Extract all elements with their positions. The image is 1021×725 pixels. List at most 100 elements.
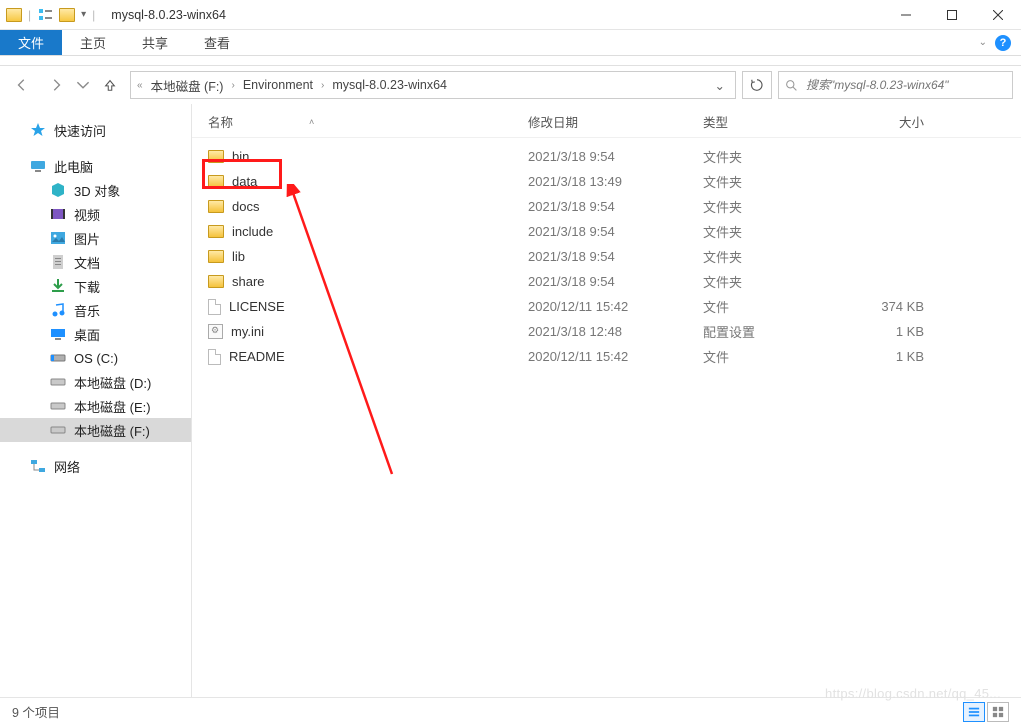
drive-icon (50, 230, 66, 246)
file-row[interactable]: share2021/3/18 9:54文件夹 (192, 269, 1021, 294)
navigation-bar: « 本地磁盘 (F:) › Environment › mysql-8.0.23… (0, 66, 1021, 104)
sidebar-item-pc-2[interactable]: 图片 (0, 226, 191, 250)
file-name: lib (232, 249, 245, 264)
drive-icon (50, 254, 66, 270)
file-date: 2020/12/11 15:42 (528, 299, 703, 314)
column-header-date[interactable]: 修改日期 (528, 112, 703, 131)
sidebar-item-pc-8[interactable]: 本地磁盘 (D:) (0, 370, 191, 394)
navigation-pane: 快速访问 此电脑 3D 对象视频图片文档下载音乐桌面OS (C:)本地磁盘 (D… (0, 104, 192, 697)
chevron-right-icon[interactable]: › (319, 80, 326, 91)
drive-icon (50, 398, 66, 414)
file-row[interactable]: bin 2021/3/18 9:54文件夹 (192, 144, 1021, 169)
file-date: 2021/3/18 9:54 (528, 149, 703, 164)
sidebar-item-pc-6[interactable]: 桌面 (0, 322, 191, 346)
breadcrumb-drive: 本地磁盘 (F:) (147, 76, 228, 95)
window-controls (883, 0, 1021, 30)
folder-icon (208, 175, 224, 188)
tab-share[interactable]: 共享 (124, 30, 186, 55)
back-button[interactable] (8, 71, 36, 99)
sidebar-item-pc-10[interactable]: 本地磁盘 (F:) (0, 418, 191, 442)
chevron-left-icon[interactable]: « (135, 80, 145, 91)
folder-icon (208, 250, 224, 263)
address-bar[interactable]: « 本地磁盘 (F:) › Environment › mysql-8.0.23… (130, 71, 736, 99)
sidebar-item-pc-5[interactable]: 音乐 (0, 298, 191, 322)
separator: | (28, 8, 31, 22)
column-header-name[interactable]: 名称˄ (208, 112, 528, 131)
chevron-right-icon[interactable]: › (229, 80, 236, 91)
tab-view[interactable]: 查看 (186, 30, 248, 55)
drive-icon (50, 182, 66, 198)
file-type: 文件 (703, 347, 848, 366)
file-name: data (232, 174, 257, 189)
file-row[interactable]: docs2021/3/18 9:54文件夹 (192, 194, 1021, 219)
pc-icon (30, 158, 46, 174)
file-list: 名称˄ 修改日期 类型 大小 bin2021/3/18 9:54文件夹data2… (192, 104, 1021, 697)
refresh-button[interactable] (742, 71, 772, 99)
sidebar-item-pc-9[interactable]: 本地磁盘 (E:) (0, 394, 191, 418)
minimize-button[interactable] (883, 0, 929, 30)
file-date: 2020/12/11 15:42 (528, 349, 703, 364)
file-row[interactable]: data2021/3/18 13:49文件夹 (192, 169, 1021, 194)
sidebar-item-pc-3[interactable]: 文档 (0, 250, 191, 274)
window-title: mysql-8.0.23-winx64 (111, 8, 226, 22)
search-box[interactable] (778, 71, 1013, 99)
sidebar-item-pc-7[interactable]: OS (C:) (0, 346, 191, 370)
ribbon-collapse-icon[interactable]: ⌄ (979, 37, 987, 48)
qat-dropdown-icon[interactable]: ▾ (81, 9, 86, 20)
tab-home[interactable]: 主页 (62, 30, 124, 55)
file-name: docs (232, 199, 259, 214)
file-date: 2021/3/18 9:54 (528, 249, 703, 264)
file-row[interactable]: LICENSE2020/12/11 15:42文件374 KB (192, 294, 1021, 319)
file-tab[interactable]: 文件 (0, 30, 62, 55)
file-row[interactable]: my.ini2021/3/18 12:48配置设置1 KB (192, 319, 1021, 344)
up-button[interactable] (96, 71, 124, 99)
help-icon[interactable]: ? (995, 35, 1011, 51)
sidebar-quick-access[interactable]: 快速访问 (0, 118, 191, 142)
column-header-size[interactable]: 大小 (848, 112, 948, 131)
file-row[interactable]: include2021/3/18 9:54文件夹 (192, 219, 1021, 244)
file-row[interactable]: lib2021/3/18 9:54文件夹 (192, 244, 1021, 269)
sidebar-item-pc-0[interactable]: 3D 对象 (0, 178, 191, 202)
column-header-type[interactable]: 类型 (703, 112, 848, 131)
sidebar-item-pc-1[interactable]: 视频 (0, 202, 191, 226)
file-name: include (232, 224, 273, 239)
forward-button[interactable] (42, 71, 70, 99)
file-icon (208, 349, 221, 365)
column-headers: 名称˄ 修改日期 类型 大小 (192, 104, 1021, 138)
file-name: share (232, 274, 265, 289)
file-row[interactable]: README2020/12/11 15:42文件1 KB (192, 344, 1021, 369)
address-dropdown-icon[interactable]: ⌄ (709, 78, 731, 93)
item-count: 9 个项目 (12, 702, 60, 721)
search-icon (785, 79, 798, 92)
file-size: 1 KB (848, 324, 948, 339)
icons-view-button[interactable] (987, 702, 1009, 722)
properties-icon[interactable] (37, 7, 53, 23)
file-date: 2021/3/18 12:48 (528, 324, 703, 339)
sidebar-network[interactable]: 网络 (0, 454, 191, 478)
ribbon-tabs: 文件 主页 共享 查看 ⌄ ? (0, 30, 1021, 56)
file-date: 2021/3/18 9:54 (528, 199, 703, 214)
file-date: 2021/3/18 9:54 (528, 274, 703, 289)
drive-icon (50, 422, 66, 438)
folder-icon (208, 200, 224, 213)
recent-dropdown-button[interactable] (76, 71, 90, 99)
drive-icon (50, 278, 66, 294)
file-name: bin (232, 149, 249, 164)
drive-icon (50, 374, 66, 390)
drive-icon (50, 206, 66, 222)
file-type: 文件夹 (703, 147, 848, 166)
details-view-button[interactable] (963, 702, 985, 722)
open-folder-icon[interactable] (59, 8, 75, 22)
sidebar-item-pc-4[interactable]: 下载 (0, 274, 191, 298)
sidebar-this-pc[interactable]: 此电脑 (0, 154, 191, 178)
breadcrumb-environment: Environment (239, 78, 317, 92)
sort-indicator-icon: ˄ (309, 117, 314, 127)
maximize-button[interactable] (929, 0, 975, 30)
star-icon (30, 122, 46, 138)
close-button[interactable] (975, 0, 1021, 30)
folder-icon (208, 275, 224, 288)
drive-icon (50, 302, 66, 318)
drive-icon (50, 326, 66, 342)
quick-access-toolbar: | ▾ | (0, 7, 101, 23)
search-input[interactable] (804, 77, 1006, 93)
